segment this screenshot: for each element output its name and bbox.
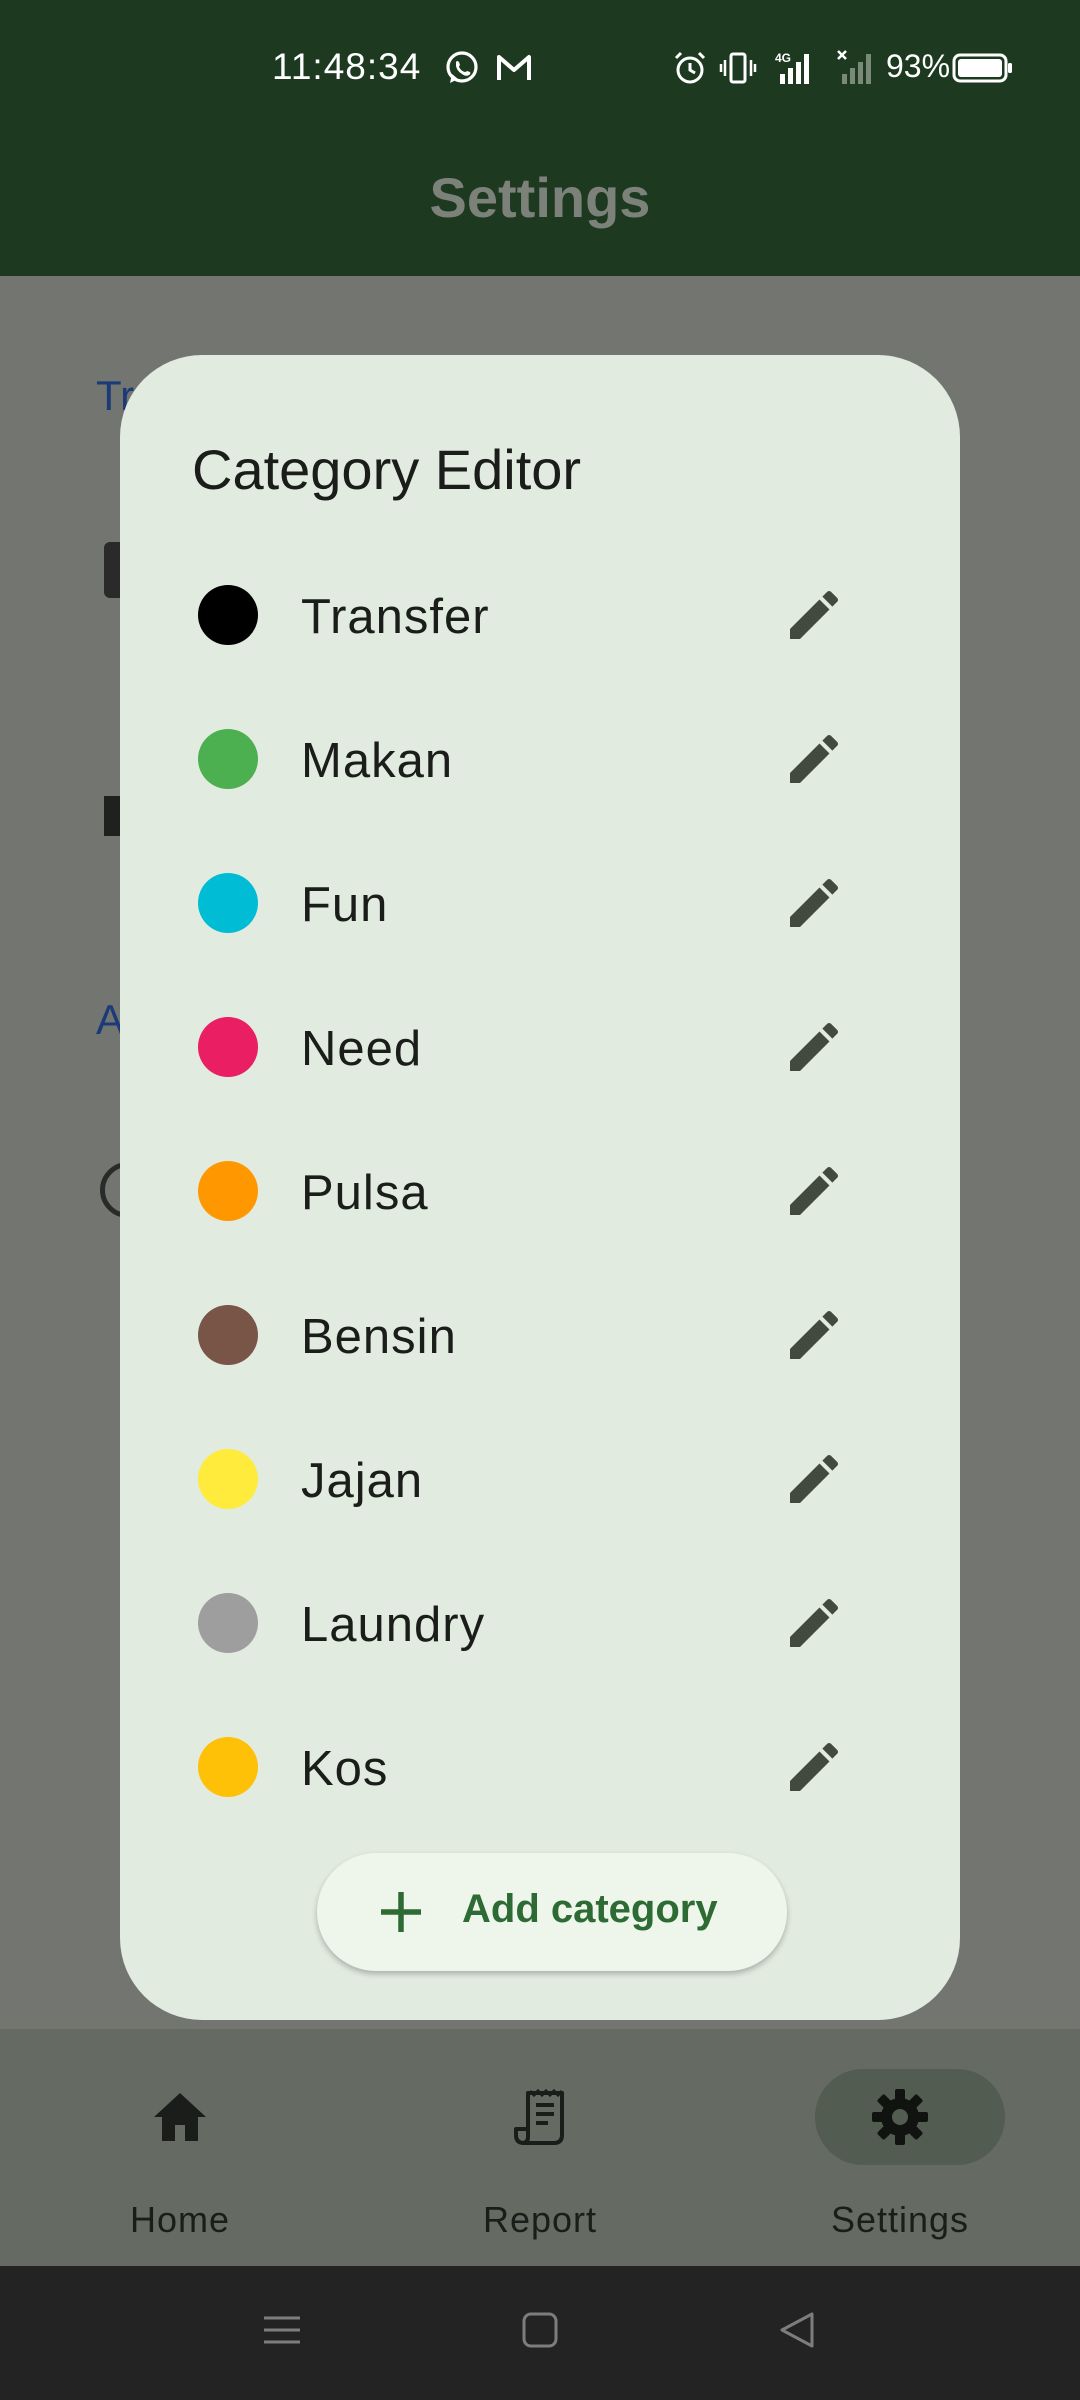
add-category-label: Add category (462, 1887, 718, 1931)
category-name: Bensin (301, 1310, 457, 1364)
category-row: Bensin (120, 1263, 960, 1407)
signal-empty-icon (837, 50, 871, 84)
nav-label: Settings (830, 2199, 970, 2240)
plus-icon (381, 1892, 421, 1932)
pencil-icon[interactable] (782, 1447, 846, 1511)
category-color-dot (198, 1017, 258, 1077)
pencil-icon[interactable] (782, 1735, 846, 1799)
menu-icon[interactable] (262, 2310, 302, 2350)
category-row: Fun (120, 831, 960, 975)
category-color-dot (198, 585, 258, 645)
pencil-icon[interactable] (782, 583, 846, 647)
page-title: Settings (429, 166, 651, 229)
category-name: Makan (301, 734, 454, 788)
category-row: Laundry (120, 1551, 960, 1695)
nav-item-settings[interactable]: Settings (720, 2029, 1080, 2266)
category-name: Need (301, 1022, 423, 1076)
nav-label: Home (129, 2199, 231, 2240)
vibrate-icon (719, 52, 757, 84)
category-row: Transfer (120, 543, 960, 687)
battery-percent: 93% (886, 48, 951, 84)
category-row: Kos (120, 1695, 960, 1839)
category-color-dot (198, 873, 258, 933)
battery-icon (952, 53, 1012, 83)
pencil-icon[interactable] (782, 1303, 846, 1367)
category-color-dot (198, 1593, 258, 1653)
add-category-button[interactable]: Add category (317, 1853, 787, 1971)
system-navigation-bar (0, 2266, 1080, 2400)
svg-text:4G: 4G (775, 51, 791, 65)
dialog-title: Category Editor (192, 438, 582, 501)
pencil-icon[interactable] (782, 1015, 846, 1079)
category-name: Pulsa (301, 1166, 429, 1220)
signal-4g-icon: 4G (775, 51, 809, 84)
category-row: Makan (120, 687, 960, 831)
gear-icon (872, 2089, 928, 2145)
bottom-navigation: Home Report Settings (0, 2029, 1080, 2266)
category-name: Jajan (301, 1454, 424, 1508)
whatsapp-icon (446, 51, 478, 83)
category-name: Fun (301, 878, 389, 932)
pencil-icon[interactable] (782, 727, 846, 791)
nav-item-report[interactable]: Report (360, 2029, 720, 2266)
category-color-dot (198, 1305, 258, 1365)
status-bar: 11:48:34 4G 93% (0, 0, 1080, 135)
pencil-icon[interactable] (782, 871, 846, 935)
category-name: Laundry (301, 1598, 486, 1652)
nav-item-home[interactable]: Home (0, 2029, 360, 2266)
nav-label: Report (482, 2199, 598, 2240)
category-color-dot (198, 1737, 258, 1797)
receipt-icon (514, 2088, 564, 2145)
status-time: 11:48:34 (272, 46, 422, 87)
app-bar: Settings (0, 135, 1080, 276)
category-color-dot (198, 729, 258, 789)
pencil-icon[interactable] (782, 1159, 846, 1223)
category-color-dot (198, 1161, 258, 1221)
category-color-dot (198, 1449, 258, 1509)
alarm-icon (674, 51, 706, 84)
pencil-icon[interactable] (782, 1591, 846, 1655)
back-triangle-icon[interactable] (778, 2310, 818, 2350)
category-row: Need (120, 975, 960, 1119)
home-icon (154, 2093, 206, 2141)
category-editor-dialog: Category Editor Transfer Makan Fun Need … (120, 355, 960, 2020)
gmail-icon (497, 55, 531, 80)
category-row: Pulsa (120, 1119, 960, 1263)
category-name: Kos (301, 1742, 389, 1796)
home-square-icon[interactable] (520, 2310, 560, 2350)
category-row: Jajan (120, 1407, 960, 1551)
category-name: Transfer (301, 590, 490, 644)
